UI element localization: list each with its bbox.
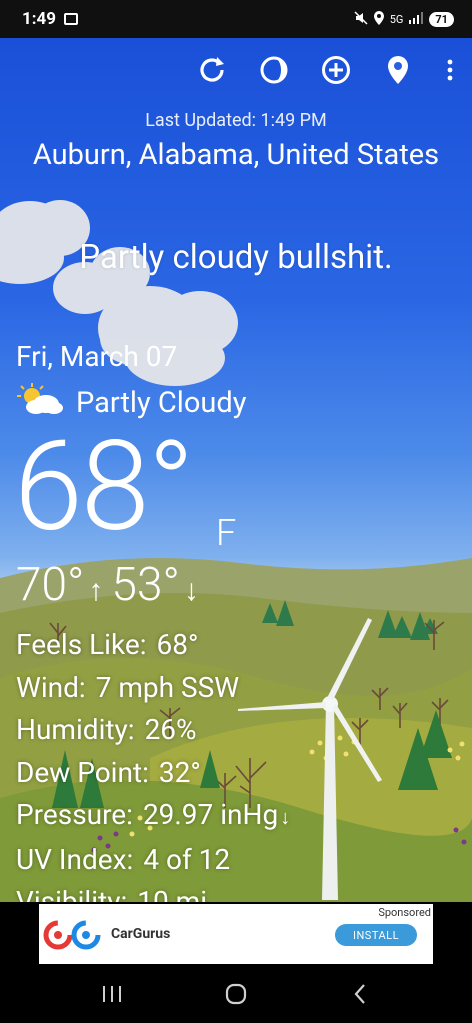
high-temp: 70° [16,558,85,612]
detail-value: 10 mi [137,885,208,902]
ad-card[interactable]: Sponsored CarGurus INSTALL [39,904,433,964]
detail-visibility: Visibility: 10 mi [16,881,290,902]
low-temp: 53° [111,558,180,612]
ad-advertiser-name: CarGurus [111,926,171,942]
home-icon[interactable] [216,974,256,1014]
weather-details: Feels Like: 68° Wind: 7 mph SSW Humidity: 2… [16,624,290,902]
status-icons: 5G 71 [354,10,454,28]
refresh-icon[interactable] [194,52,230,88]
signal-icon [409,11,424,27]
detail-value: 4 of 12 [143,842,231,876]
detail-value: 26% [144,713,197,746]
detail-label: Humidity: [16,713,135,746]
battery-indicator: 71 [429,11,454,27]
detail-label: Feels Like: [16,628,147,661]
detail-dew-point: Dew Point: 32° [16,752,290,795]
detail-label: UV Index: [16,842,134,876]
detail-value: 32° [158,755,201,789]
ad-banner: Sponsored CarGurus INSTALL [0,902,472,964]
mute-icon [354,10,368,28]
back-icon[interactable] [340,974,380,1014]
detail-label: Dew Point: [16,755,149,789]
detail-value: 29.97 inHg [142,798,279,831]
cargurus-logo-icon [43,920,101,950]
forecast-date: Fri, March 07 [16,340,178,373]
detail-uv-index: UV Index: 4 of 12 [16,839,290,882]
last-updated: Last Updated: 1:49 PM [145,110,327,131]
toolbar [194,52,458,88]
detail-feels-like: Feels Like: 68° [16,624,290,667]
location-status-icon [373,10,384,28]
location-pin-icon[interactable] [380,52,416,88]
high-arrow-icon: ↑ [88,573,104,608]
status-time: 1:49 [22,9,57,29]
weather-scene: Last Updated: 1:49 PM Auburn, Alabama, U… [0,38,472,902]
detail-wind: Wind: 7 mph SSW [16,667,290,710]
detail-label: Pressure: [16,798,133,831]
install-button[interactable]: INSTALL [335,924,417,946]
detail-pressure: Pressure: 29.97 inHg ↓ [16,794,290,839]
network-label: 5G [389,12,404,26]
pressure-trend-icon: ↓ [280,805,291,829]
add-location-icon[interactable] [318,52,354,88]
detail-humidity: Humidity: 26% [16,709,290,752]
navigation-bar [0,964,472,1023]
detail-label: Visibility: [16,885,128,902]
overflow-menu-icon[interactable] [442,52,458,88]
ad-sponsored-label: Sponsored [378,906,431,919]
low-arrow-icon: ↓ [183,573,199,608]
detail-value: 68° [156,628,199,661]
gallery-notification-icon [64,13,79,25]
location-name[interactable]: Auburn, Alabama, United States [0,138,472,172]
theme-icon[interactable] [256,52,292,88]
current-temperature: 68° [14,415,194,560]
detail-value: 7 mph SSW [95,670,240,704]
high-low-row: 70° ↑ 53° ↓ [16,558,207,612]
temperature-unit[interactable]: F [216,512,236,554]
detail-label: Wind: [16,670,86,704]
recent-apps-icon[interactable] [92,974,132,1014]
status-bar: 1:49 5G 71 [0,0,472,38]
weather-tagline: Partly cloudy bullshit. [79,238,393,277]
